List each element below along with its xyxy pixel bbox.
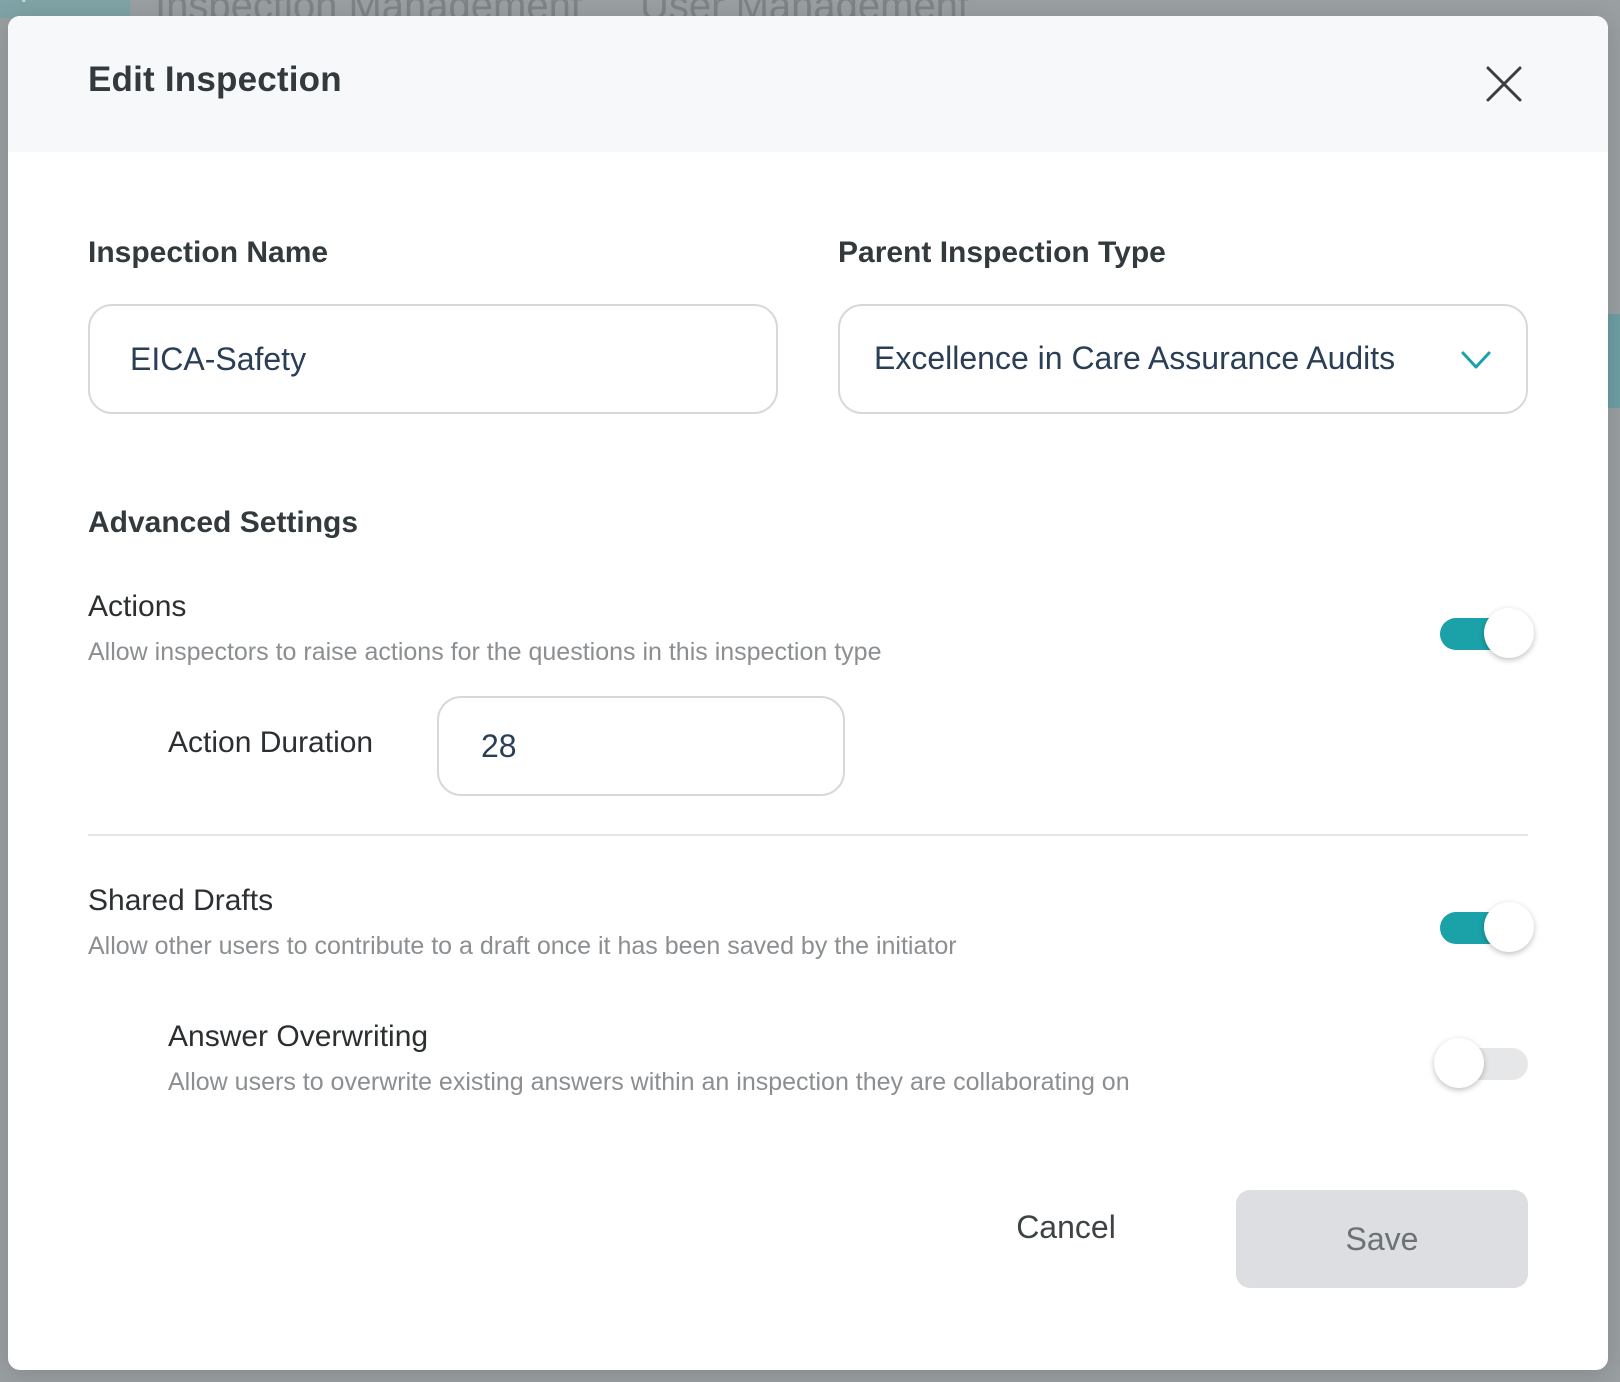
answer-overwriting-title: Answer Overwriting (168, 1020, 429, 1053)
save-button[interactable]: Save (1236, 1190, 1528, 1288)
background-panel-edge (1608, 314, 1620, 408)
parent-inspection-type-value: Excellence in Care Assurance Audits (874, 340, 1396, 376)
shared-drafts-description: Allow other users to contribute to a dra… (88, 932, 957, 960)
advanced-settings-title: Advanced Settings (88, 506, 359, 539)
modal-title: Edit Inspection (88, 60, 342, 99)
action-duration-label: Action Duration (168, 726, 374, 759)
shared-drafts-toggle-knob (1484, 902, 1534, 952)
cancel-button[interactable]: Cancel (976, 1192, 1156, 1262)
inspection-name-input[interactable] (88, 304, 778, 414)
chevron-down-icon (1461, 351, 1491, 369)
actions-description: Allow inspectors to raise actions for th… (88, 638, 882, 666)
close-button[interactable] (1484, 64, 1524, 104)
actions-toggle[interactable] (1440, 608, 1534, 658)
shared-drafts-toggle[interactable] (1440, 902, 1534, 952)
answer-overwriting-description: Allow users to overwrite existing answer… (168, 1068, 1130, 1096)
answer-overwriting-toggle-knob (1434, 1038, 1484, 1088)
settings-divider (88, 834, 1528, 836)
parent-inspection-type-label: Parent Inspection Type (838, 236, 1166, 269)
inspection-name-label: Inspection Name (88, 236, 329, 269)
modal-header: Edit Inspection (8, 16, 1608, 152)
close-icon (1486, 66, 1522, 102)
shared-drafts-title: Shared Drafts (88, 884, 274, 917)
answer-overwriting-toggle[interactable] (1434, 1038, 1528, 1088)
action-duration-input[interactable] (437, 696, 845, 796)
actions-title: Actions (88, 590, 187, 623)
actions-toggle-knob (1484, 608, 1534, 658)
parent-inspection-type-select[interactable]: Excellence in Care Assurance Audits (838, 304, 1528, 414)
edit-inspection-modal: Edit Inspection Inspection Name Parent I… (8, 16, 1608, 1370)
